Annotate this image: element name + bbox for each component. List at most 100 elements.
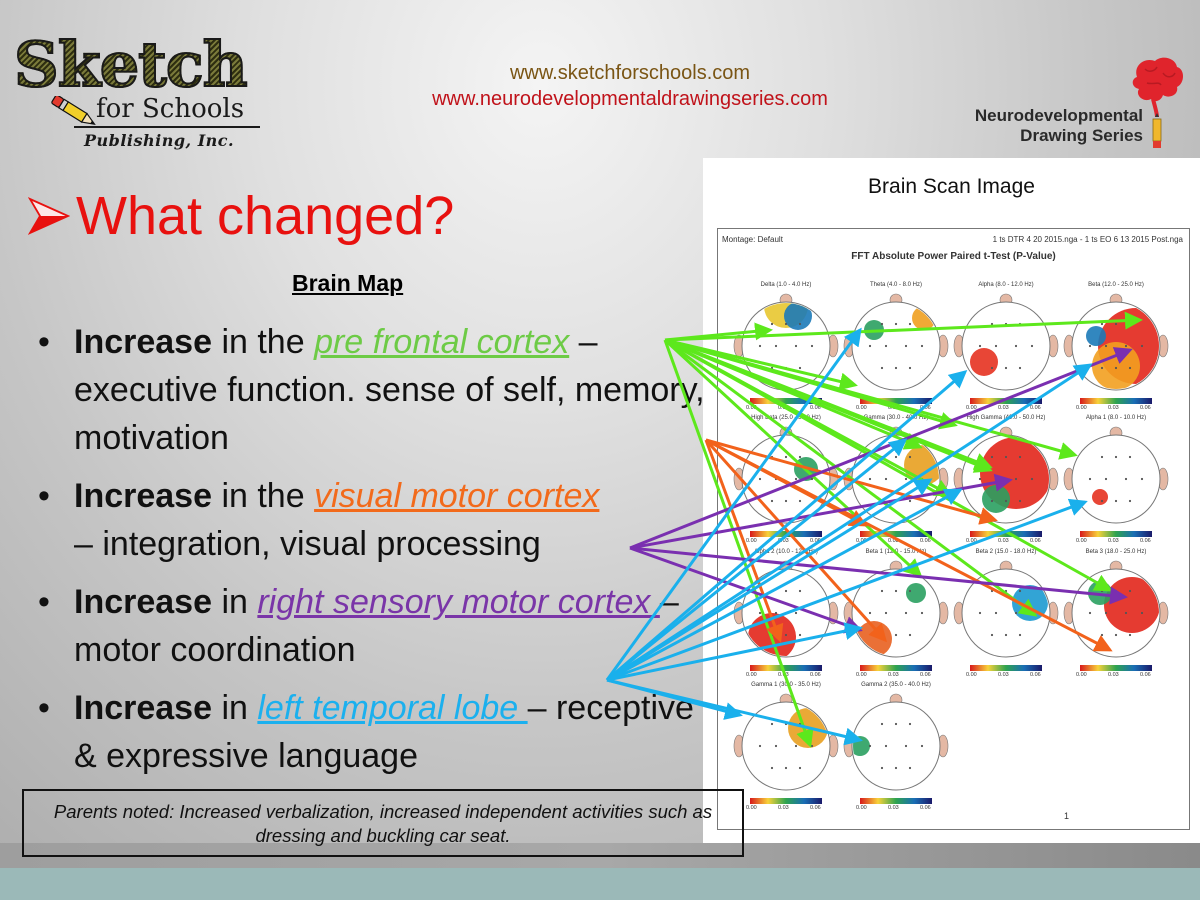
activation-region	[906, 583, 926, 603]
electrode-dot	[774, 344, 778, 348]
electrode-dot	[920, 344, 924, 348]
electrode-dot	[994, 344, 998, 348]
scale-tick: 0.06	[810, 538, 821, 544]
head-outline	[1071, 434, 1161, 524]
electrode-dot	[798, 633, 802, 637]
scale-tick: 0.03	[888, 538, 899, 544]
scale-tick: 0.03	[1108, 672, 1119, 678]
scale-tick: 0.00	[746, 672, 757, 678]
electrode-dot	[978, 611, 982, 615]
scale-tick: 0.00	[856, 672, 867, 678]
parent-notes-box: Parents noted: Increased verbalization, …	[22, 789, 744, 857]
electrode-dot	[784, 633, 788, 637]
electrode-dot	[798, 722, 802, 726]
electrode-dot	[1004, 322, 1008, 326]
head-map	[1063, 560, 1169, 671]
electrode-dot	[1004, 499, 1008, 503]
scale-tick: 0.00	[856, 538, 867, 544]
electrode-dot	[794, 611, 798, 615]
scale-tick: 0.03	[778, 805, 789, 811]
electrode-dot	[1104, 344, 1108, 348]
map-label: Delta (1.0 - 4.0 Hz)	[760, 282, 812, 288]
color-scale	[750, 798, 822, 804]
electrode-dot	[894, 722, 898, 726]
electrode-dot	[784, 722, 788, 726]
scale-tick: 0.06	[1030, 538, 1041, 544]
scale-tick: 0.06	[810, 672, 821, 678]
scale-tick: 0.06	[1030, 405, 1041, 411]
electrode-dot	[894, 455, 898, 459]
electrode-dot	[884, 477, 888, 481]
head-map	[953, 560, 1059, 671]
electrode-dot	[904, 611, 908, 615]
electrode-dot	[1004, 589, 1008, 593]
scale-tick: 0.00	[966, 538, 977, 544]
electrode-dot	[990, 499, 994, 503]
electrode-dot	[894, 589, 898, 593]
electrode-dot	[1128, 633, 1132, 637]
scale-tick: 0.03	[778, 672, 789, 678]
electrode-dot	[798, 766, 802, 770]
electrode-dot	[920, 477, 924, 481]
head-map	[953, 426, 1059, 537]
scale-tick: 0.00	[1076, 672, 1087, 678]
electrode-dot	[1124, 477, 1128, 481]
scale-tick: 0.00	[966, 405, 977, 411]
electrode-dot	[810, 744, 814, 748]
color-scale	[1080, 665, 1152, 671]
activation-region	[788, 708, 828, 748]
electrode-dot	[1030, 611, 1034, 615]
electrode-dot	[758, 344, 762, 348]
scale-tick: 0.06	[920, 538, 931, 544]
scale-tick: 0.03	[998, 538, 1009, 544]
head-map	[843, 293, 949, 404]
electrode-dot	[990, 633, 994, 637]
electrode-dot	[1114, 322, 1118, 326]
electrode-dot	[1014, 477, 1018, 481]
head-outline	[741, 434, 831, 524]
activation-region	[794, 457, 818, 481]
electrode-dot	[1128, 366, 1132, 370]
electrode-dot	[1018, 633, 1022, 637]
electrode-dot	[810, 477, 814, 481]
scale-tick: 0.00	[746, 538, 757, 544]
electrode-dot	[1100, 499, 1104, 503]
map-label: High Gamma (40.0 - 50.0 Hz)	[966, 415, 1046, 421]
map-label: Theta (4.0 - 8.0 Hz)	[869, 282, 923, 288]
electrode-dot	[880, 722, 884, 726]
activation-region	[1086, 326, 1106, 346]
electrode-dot	[904, 477, 908, 481]
head-map	[733, 560, 839, 671]
electrode-dot	[868, 477, 872, 481]
color-scale	[860, 398, 932, 404]
scale-tick: 0.06	[920, 672, 931, 678]
electrode-dot	[908, 589, 912, 593]
map-label: Beta 2 (15.0 - 18.0 Hz)	[975, 549, 1037, 555]
map-label: Beta (12.0 - 25.0 Hz)	[1088, 282, 1144, 288]
map-label: Gamma (30.0 - 40.0 Hz)	[863, 415, 929, 421]
scale-tick: 0.06	[810, 805, 821, 811]
electrode-dot	[894, 366, 898, 370]
electrode-dot	[770, 322, 774, 326]
electrode-dot	[798, 499, 802, 503]
activation-region	[982, 485, 1010, 513]
electrode-dot	[880, 366, 884, 370]
electrode-dot	[994, 477, 998, 481]
head-map	[733, 293, 839, 404]
scale-tick: 0.06	[1140, 405, 1151, 411]
map-label: Beta 3 (18.0 - 25.0 Hz)	[1085, 549, 1147, 555]
head-outline	[741, 701, 831, 791]
map-label: Alpha 2 (10.0 - 12.0 Hz)	[754, 549, 818, 555]
electrode-dot	[784, 366, 788, 370]
electrode-dot	[894, 322, 898, 326]
electrode-dot	[904, 744, 908, 748]
scale-tick: 0.06	[810, 405, 821, 411]
electrode-dot	[770, 455, 774, 459]
electrode-dot	[1128, 322, 1132, 326]
electrode-dot	[990, 366, 994, 370]
electrode-dot	[770, 633, 774, 637]
activation-region	[970, 348, 998, 376]
electrode-dot	[978, 477, 982, 481]
electrode-dot	[784, 766, 788, 770]
head-map	[733, 693, 839, 804]
